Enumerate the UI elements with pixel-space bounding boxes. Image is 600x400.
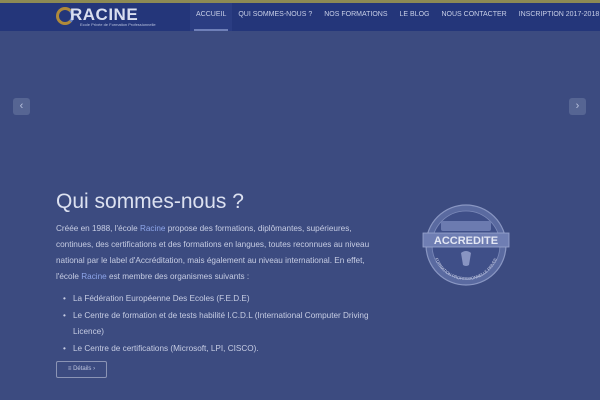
- intro-text-3: est membre des organismes suivants :: [106, 272, 250, 281]
- seal-word: ACCREDITE: [434, 235, 498, 247]
- navbar: RACINE Ecole Privée de Formation Profess…: [0, 3, 600, 31]
- intro-text-1: Créée en 1988, l'école: [56, 224, 140, 233]
- menu-item-nos-formations[interactable]: NOS FORMATIONS: [318, 3, 393, 31]
- menu-item-inscription[interactable]: INSCRIPTION 2017-2018: [513, 3, 600, 31]
- logo[interactable]: RACINE Ecole Privée de Formation Profess…: [56, 5, 156, 28]
- brand-link[interactable]: Racine: [81, 272, 107, 281]
- menu-item-nous-contacter[interactable]: NOUS CONTACTER: [435, 3, 512, 31]
- chevron-left-icon: ‹: [19, 100, 24, 112]
- slider-prev-button[interactable]: ‹: [13, 98, 30, 115]
- accreditation-seal: ACCREDITE FORMATION PROFESSIONNELLE PRIV…: [422, 204, 510, 286]
- slider-next-button[interactable]: ›: [569, 98, 586, 115]
- intro-paragraph: Créée en 1988, l'école Racine propose de…: [56, 221, 386, 285]
- chevron-right-icon: ›: [575, 100, 580, 112]
- list-item: Le Centre de formation et de tests habil…: [63, 308, 393, 340]
- menu-item-qui-sommes-nous[interactable]: QUI SOMMES-NOUS ?: [232, 3, 318, 31]
- details-label: Détails: [73, 366, 92, 372]
- main-menu: ACCUEIL QUI SOMMES-NOUS ? NOS FORMATIONS…: [190, 3, 600, 31]
- menu-item-accueil[interactable]: ACCUEIL: [190, 3, 233, 31]
- list-item: Le Centre de certifications (Microsoft, …: [63, 341, 393, 357]
- chevron-right-icon: ›: [91, 366, 96, 372]
- organisations-list: La Fédération Européenne Des Ecoles (F.E…: [63, 291, 393, 358]
- logo-tagline: Ecole Privée de Formation Professionnell…: [80, 22, 156, 27]
- brand-link[interactable]: Racine: [140, 224, 166, 233]
- section-title: Qui sommes-nous ?: [56, 190, 244, 213]
- details-button[interactable]: ≡ Détails ›: [56, 361, 107, 378]
- arabic-band: [441, 221, 491, 231]
- menu-item-le-blog[interactable]: LE BLOG: [394, 3, 436, 31]
- list-item: La Fédération Européenne Des Ecoles (F.E…: [63, 291, 393, 307]
